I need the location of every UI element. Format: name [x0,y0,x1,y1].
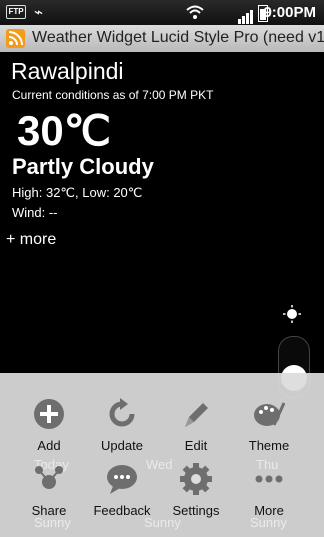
wind-text: Wind: -- [12,205,58,220]
conditions-timestamp: Current conditions as of 7:00 PM PKT [12,88,214,102]
menu-feedback-label: Feedback [93,503,151,518]
palette-icon [254,402,286,426]
brightness-icon [283,305,301,323]
menu-more-label: More [254,503,284,518]
gear-icon [180,463,212,495]
options-menu: Today Wed Thu Sunny Sunny Sunny Add Upda… [0,373,324,537]
menu-update-label: Update [101,438,143,453]
clock: 9:00PM [263,4,316,21]
ftp-icon: FTP [6,5,26,19]
refresh-icon [109,398,135,427]
more-icon [255,475,283,483]
more-link[interactable]: + more [6,231,56,249]
plus-icon [34,399,64,429]
chat-icon [107,465,137,494]
city-name: Rawalpindi [11,58,124,84]
menu-update[interactable]: Update [92,397,152,453]
menu-settings-label: Settings [172,503,220,518]
menu-theme[interactable]: Theme [239,397,299,453]
usb-icon: ⌁ [34,4,44,21]
wifi-icon [186,5,204,19]
share-icon [35,466,63,489]
high-low-text: High: 32℃, Low: 20℃ [12,185,143,200]
ticker-text: Weather Widget Lucid Style Pro (need v1 [32,29,324,46]
condition-text: Partly Cloudy [12,154,154,179]
signal-icon [238,6,254,24]
menu-more[interactable]: More [239,462,299,518]
current-temperature: 30℃ [17,107,111,154]
menu-edit-label: Edit [184,438,208,453]
status-bar: FTP ⌁ 9:00PM [0,0,324,25]
menu-share[interactable]: Share [19,462,79,518]
menu-edit[interactable]: Edit [166,397,226,453]
rss-icon [6,29,25,48]
notification-ticker[interactable]: Weather Widget Lucid Style Pro (need v1 [0,25,324,52]
menu-add[interactable]: Add [19,397,79,453]
menu-share-label: Share [31,503,67,518]
menu-settings[interactable]: Settings [166,462,226,518]
menu-add-label: Add [37,438,61,453]
edit-icon [185,403,208,427]
menu-theme-label: Theme [248,438,290,453]
menu-feedback[interactable]: Feedback [92,462,152,518]
